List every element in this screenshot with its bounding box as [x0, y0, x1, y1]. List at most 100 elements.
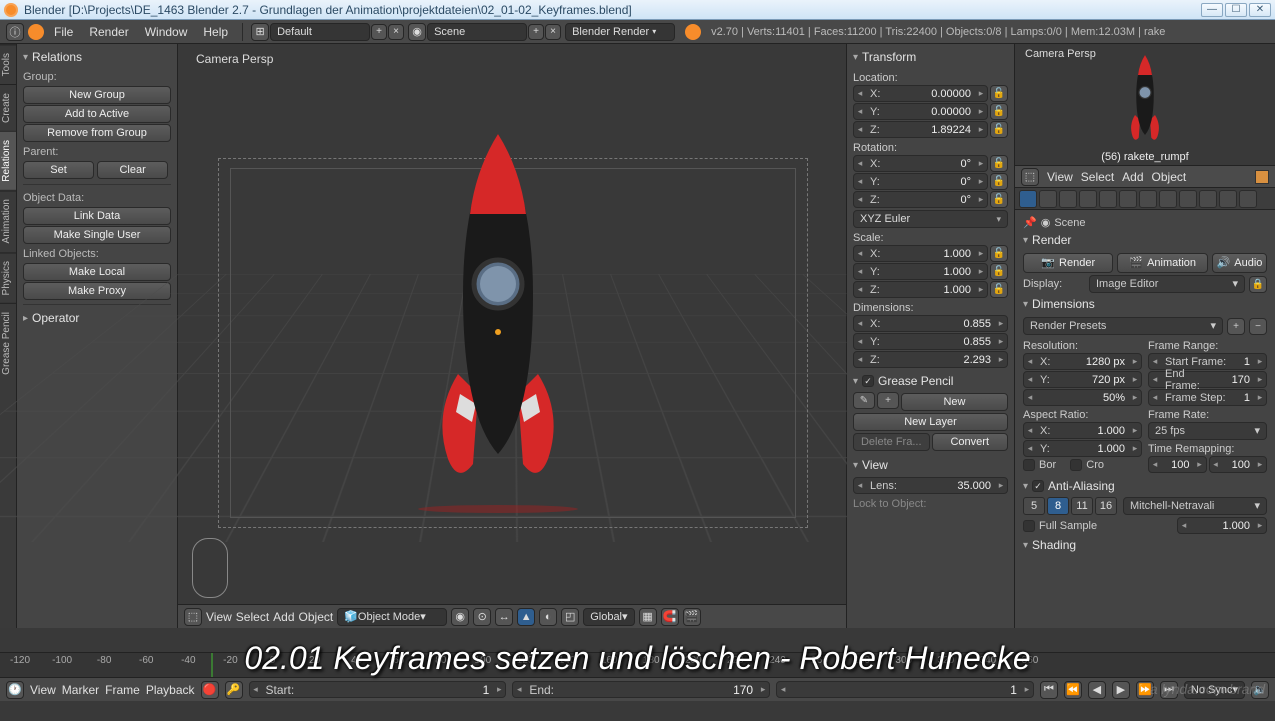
prop-tab-world[interactable]: [1079, 190, 1097, 208]
prop-tab-object[interactable]: [1099, 190, 1117, 208]
pivot-icon[interactable]: ⊙: [473, 608, 491, 626]
render-button[interactable]: 📷 Render: [1023, 253, 1113, 273]
scale-y-field[interactable]: ◂Y:1.000▸: [853, 263, 988, 280]
scene-browse-icon[interactable]: ◉: [408, 23, 426, 41]
window-maximize-button[interactable]: ☐: [1225, 3, 1247, 17]
vp-menu-object[interactable]: Object: [299, 610, 334, 624]
loc-z-lock-icon[interactable]: 🔓: [990, 121, 1008, 138]
dim-z-field[interactable]: ◂Z:2.293▸: [853, 351, 1008, 368]
end-frame-field[interactable]: ◂End Frame:170▸: [1148, 371, 1267, 388]
remap-old-field[interactable]: ◂100▸: [1148, 456, 1207, 473]
gp-add-icon[interactable]: +: [877, 392, 899, 409]
timeline-ruler[interactable]: -120-100-80-60-40-2002040608010012014016…: [0, 653, 1275, 677]
crop-checkbox[interactable]: Cro: [1070, 459, 1104, 471]
prop-tab-texture[interactable]: [1199, 190, 1217, 208]
editor-type-icon[interactable]: ⓘ: [6, 23, 24, 41]
prop-tab-data[interactable]: [1159, 190, 1177, 208]
tl-menu-marker[interactable]: Marker: [62, 683, 99, 697]
shading-panel-header[interactable]: Shading: [1023, 536, 1267, 556]
remap-new-field[interactable]: ◂100▸: [1209, 456, 1268, 473]
tab-animation[interactable]: Animation: [0, 190, 16, 251]
tab-grease-pencil[interactable]: Grease Pencil: [0, 303, 16, 383]
rot-z-lock-icon[interactable]: 🔓: [990, 191, 1008, 208]
aa-5-button[interactable]: 5: [1023, 497, 1045, 515]
frame-step-field[interactable]: ◂Frame Step:1▸: [1148, 389, 1267, 406]
render-preview-icon[interactable]: 🎬: [683, 608, 701, 626]
outliner-editor-type-icon[interactable]: ⬚: [1021, 168, 1039, 186]
tl-play-reverse-icon[interactable]: ◀: [1088, 681, 1106, 699]
gp-delete-frame-button[interactable]: Delete Fra...: [853, 433, 930, 451]
ol-menu-view[interactable]: View: [1047, 170, 1073, 184]
tl-menu-frame[interactable]: Frame: [105, 683, 140, 697]
menu-render[interactable]: Render: [83, 23, 134, 41]
relations-panel-header[interactable]: Relations: [23, 48, 171, 68]
rot-x-field[interactable]: ◂X:0°▸: [853, 155, 988, 172]
ol-menu-add[interactable]: Add: [1122, 170, 1143, 184]
tl-menu-playback[interactable]: Playback: [146, 683, 195, 697]
snap-icon[interactable]: 🧲: [661, 608, 679, 626]
layout-remove-button[interactable]: ×: [388, 24, 404, 40]
parent-clear-button[interactable]: Clear: [97, 161, 168, 179]
tl-current-field[interactable]: ◂1▸: [776, 681, 1034, 698]
outliner-preview[interactable]: Camera Persp (56) rakete_rumpf: [1015, 44, 1275, 166]
prop-tab-modifiers[interactable]: [1139, 190, 1157, 208]
layout-add-button[interactable]: +: [371, 24, 387, 40]
scene-add-button[interactable]: +: [528, 24, 544, 40]
prop-tab-scene[interactable]: [1059, 190, 1077, 208]
prop-tab-material[interactable]: [1179, 190, 1197, 208]
lens-field[interactable]: ◂Lens:35.000▸: [853, 477, 1008, 494]
scale-y-lock-icon[interactable]: 🔓: [990, 263, 1008, 280]
transform-panel-header[interactable]: Transform: [853, 48, 1008, 68]
prop-tab-particles[interactable]: [1219, 190, 1237, 208]
tl-prev-key-icon[interactable]: ⏪: [1064, 681, 1082, 699]
render-presets-dropdown[interactable]: Render Presets▾: [1023, 317, 1223, 335]
loc-y-lock-icon[interactable]: 🔓: [990, 103, 1008, 120]
tl-autokey-icon[interactable]: 🔴: [201, 681, 219, 699]
frame-rate-dropdown[interactable]: 25 fps▾: [1148, 422, 1267, 440]
grease-pencil-header[interactable]: ✓Grease Pencil: [853, 372, 1008, 392]
scene-remove-button[interactable]: ×: [545, 24, 561, 40]
scene-dropdown[interactable]: Scene: [427, 23, 527, 41]
tab-relations[interactable]: Relations: [0, 131, 16, 190]
window-minimize-button[interactable]: —: [1201, 3, 1223, 17]
manipulator-rotate-icon[interactable]: ◐: [539, 608, 557, 626]
tl-keyset-icon[interactable]: 🔑: [225, 681, 243, 699]
aa-size-field[interactable]: ◂1.000▸: [1177, 517, 1267, 534]
display-dropdown[interactable]: Image Editor▾: [1089, 275, 1245, 293]
gp-convert-button[interactable]: Convert: [932, 433, 1009, 451]
scale-z-lock-icon[interactable]: 🔓: [990, 281, 1008, 298]
dim-y-field[interactable]: ◂Y:0.855▸: [853, 333, 1008, 350]
preset-add-icon[interactable]: +: [1227, 318, 1245, 335]
rot-z-field[interactable]: ◂Z:0°▸: [853, 191, 988, 208]
parent-set-button[interactable]: Set: [23, 161, 94, 179]
scale-z-field[interactable]: ◂Z:1.000▸: [853, 281, 988, 298]
viewport-3d[interactable]: Camera Persp ✕ z ↑ x → (56) rakete_rumpf…: [178, 44, 847, 628]
ol-menu-select[interactable]: Select: [1081, 170, 1114, 184]
loc-z-field[interactable]: ◂Z:1.89224▸: [853, 121, 988, 138]
prop-tab-render[interactable]: [1019, 190, 1037, 208]
tab-create[interactable]: Create: [0, 84, 16, 131]
menu-help[interactable]: Help: [197, 23, 234, 41]
animation-button[interactable]: 🎬 Animation: [1117, 253, 1207, 273]
loc-x-field[interactable]: ◂X:0.00000▸: [853, 85, 988, 102]
viewport-editor-type-icon[interactable]: ⬚: [184, 608, 202, 626]
ar-y-field[interactable]: ◂Y:1.000▸: [1023, 440, 1142, 457]
res-y-field[interactable]: ◂Y:720 px▸: [1023, 371, 1142, 388]
scene-breadcrumb[interactable]: Scene: [1054, 217, 1085, 229]
new-group-button[interactable]: New Group: [23, 86, 171, 104]
layers-icon[interactable]: ▦: [639, 608, 657, 626]
dim-x-field[interactable]: ◂X:0.855▸: [853, 315, 1008, 332]
orientation-dropdown[interactable]: Global ▾: [583, 608, 634, 626]
dimensions-panel-header[interactable]: Dimensions: [1023, 295, 1267, 315]
make-local-button[interactable]: Make Local: [23, 263, 171, 281]
remove-from-group-button[interactable]: Remove from Group: [23, 124, 171, 142]
pin-icon[interactable]: 📌: [1023, 216, 1037, 229]
manipulator-toggle-icon[interactable]: ↔: [495, 608, 513, 626]
rot-x-lock-icon[interactable]: 🔓: [990, 155, 1008, 172]
loc-y-field[interactable]: ◂Y:0.00000▸: [853, 103, 988, 120]
window-close-button[interactable]: ✕: [1249, 3, 1271, 17]
prop-tab-render-layers[interactable]: [1039, 190, 1057, 208]
aa-11-button[interactable]: 11: [1071, 497, 1093, 515]
manipulator-scale-icon[interactable]: ◰: [561, 608, 579, 626]
loc-x-lock-icon[interactable]: 🔓: [990, 85, 1008, 102]
